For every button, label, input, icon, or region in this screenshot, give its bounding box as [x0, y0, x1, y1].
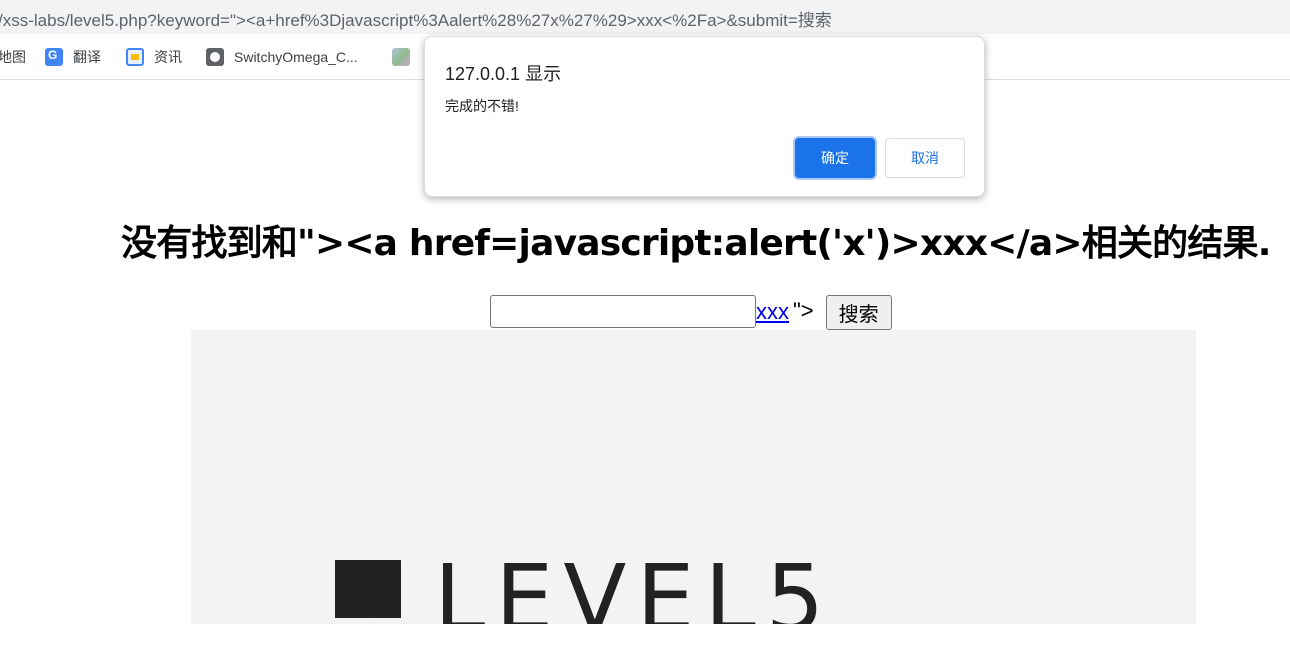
- alert-dialog: 127.0.0.1 显示 完成的不错! 确定 取消: [424, 36, 985, 197]
- bookmark-news[interactable]: 资讯: [126, 47, 182, 67]
- ok-button[interactable]: 确定: [795, 138, 875, 178]
- bookmark-map[interactable]: 地图: [0, 47, 26, 67]
- bookmark-translate[interactable]: 翻译: [45, 47, 101, 67]
- bookmark-label: 资讯: [154, 49, 182, 65]
- stray-text: ">: [793, 298, 814, 323]
- level5-banner: LEVEL5: [191, 330, 1196, 624]
- bookmark-image[interactable]: [392, 47, 420, 67]
- search-form: xxx "> 搜索: [490, 295, 892, 331]
- result-heading: 没有找到和"><a href=javascript:alert('x')>xxx…: [121, 223, 1271, 264]
- logo-wordmark: LEVEL5: [434, 545, 834, 624]
- search-button[interactable]: 搜索: [825, 295, 892, 330]
- globe-icon: [206, 48, 224, 66]
- url-text[interactable]: /xss-labs/level5.php?keyword="><a+href%3…: [0, 6, 832, 31]
- image-thumbnail-icon: [392, 48, 410, 66]
- bookmark-switchyomega[interactable]: SwitchyOmega_C...: [206, 47, 358, 67]
- dialog-title: 127.0.0.1 显示: [445, 64, 562, 84]
- search-input[interactable]: [490, 295, 756, 328]
- injected-link[interactable]: xxx: [756, 299, 789, 325]
- bookmark-label: 地图: [0, 49, 26, 65]
- bookmark-label: SwitchyOmega_C...: [234, 49, 358, 65]
- dialog-message: 完成的不错!: [445, 98, 519, 114]
- news-icon: [126, 48, 144, 66]
- translate-icon: [45, 48, 63, 66]
- level5-logo: LEVEL5: [335, 545, 834, 624]
- cancel-button[interactable]: 取消: [885, 138, 965, 178]
- bookmark-label: 翻译: [73, 49, 101, 65]
- address-bar[interactable]: /xss-labs/level5.php?keyword="><a+href%3…: [0, 0, 1290, 34]
